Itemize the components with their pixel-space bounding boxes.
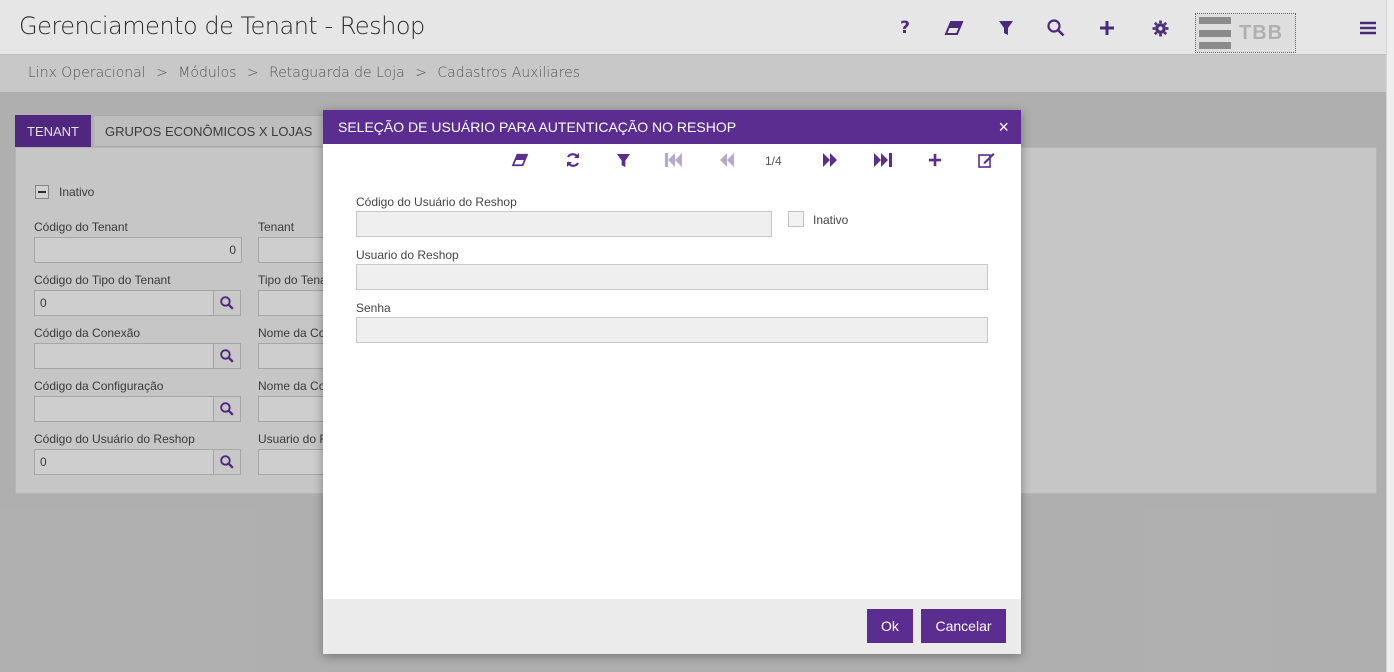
dialog-title: SELEÇÃO DE USUÁRIO PARA AUTENTICAÇÃO NO …: [338, 119, 737, 135]
search-icon[interactable]: [1044, 16, 1068, 40]
top-bar: Gerenciamento de Tenant - Reshop ? TBB: [0, 0, 1394, 55]
usuario-reshop-label: Usuario do Reshop: [356, 248, 459, 262]
next-page-icon[interactable]: [819, 149, 841, 171]
page-counter: 1/4: [765, 154, 782, 168]
codigo-usuario-reshop-field[interactable]: [356, 211, 772, 237]
breadcrumb: Linx Operacional > Módulos > Retaguarda …: [28, 65, 586, 81]
plus-icon[interactable]: [1095, 16, 1119, 40]
refresh-icon[interactable]: [562, 149, 584, 171]
menu-icon[interactable]: [1356, 16, 1380, 40]
eraser-icon[interactable]: [509, 149, 531, 171]
page-title: Gerenciamento de Tenant - Reshop: [19, 12, 425, 40]
breadcrumb-item[interactable]: Cadastros Auxiliares: [437, 65, 580, 81]
dialog-header: SELEÇÃO DE USUÁRIO PARA AUTENTICAÇÃO NO …: [323, 110, 1021, 144]
plus-icon[interactable]: [924, 149, 946, 171]
user-selection-dialog: SELEÇÃO DE USUÁRIO PARA AUTENTICAÇÃO NO …: [323, 110, 1021, 654]
cancel-button[interactable]: Cancelar: [921, 609, 1006, 643]
ok-button[interactable]: Ok: [867, 609, 913, 643]
senha-field[interactable]: [356, 317, 988, 343]
first-page-icon[interactable]: [663, 149, 685, 171]
breadcrumb-item[interactable]: Retaguarda de Loja: [269, 65, 405, 81]
filter-icon[interactable]: [612, 149, 634, 171]
last-page-icon[interactable]: [872, 149, 894, 171]
codigo-usuario-reshop-label: Código do Usuário do Reshop: [356, 195, 517, 209]
inativo-label: Inativo: [813, 213, 849, 227]
page-scrollbar[interactable]: [1386, 0, 1394, 672]
senha-label: Senha: [356, 301, 391, 315]
usuario-reshop-field[interactable]: [356, 264, 988, 290]
filter-icon[interactable]: [994, 16, 1018, 40]
gear-icon[interactable]: [1148, 16, 1172, 40]
eraser-icon[interactable]: [942, 16, 966, 40]
dialog-toolbar: 1/4: [323, 144, 1021, 176]
close-icon[interactable]: ×: [998, 117, 1009, 138]
help-icon[interactable]: ?: [893, 16, 917, 40]
breadcrumb-separator: >: [156, 65, 168, 81]
company-logo: TBB: [1195, 13, 1296, 53]
breadcrumb-item[interactable]: Linx Operacional: [28, 65, 146, 81]
dialog-footer: Ok Cancelar: [323, 599, 1021, 654]
breadcrumb-item[interactable]: Módulos: [178, 65, 236, 81]
breadcrumb-separator: >: [415, 65, 427, 81]
breadcrumb-separator: >: [246, 65, 259, 81]
inativo-checkbox[interactable]: [788, 211, 804, 227]
previous-page-icon[interactable]: [716, 149, 738, 171]
edit-icon[interactable]: [975, 149, 997, 171]
